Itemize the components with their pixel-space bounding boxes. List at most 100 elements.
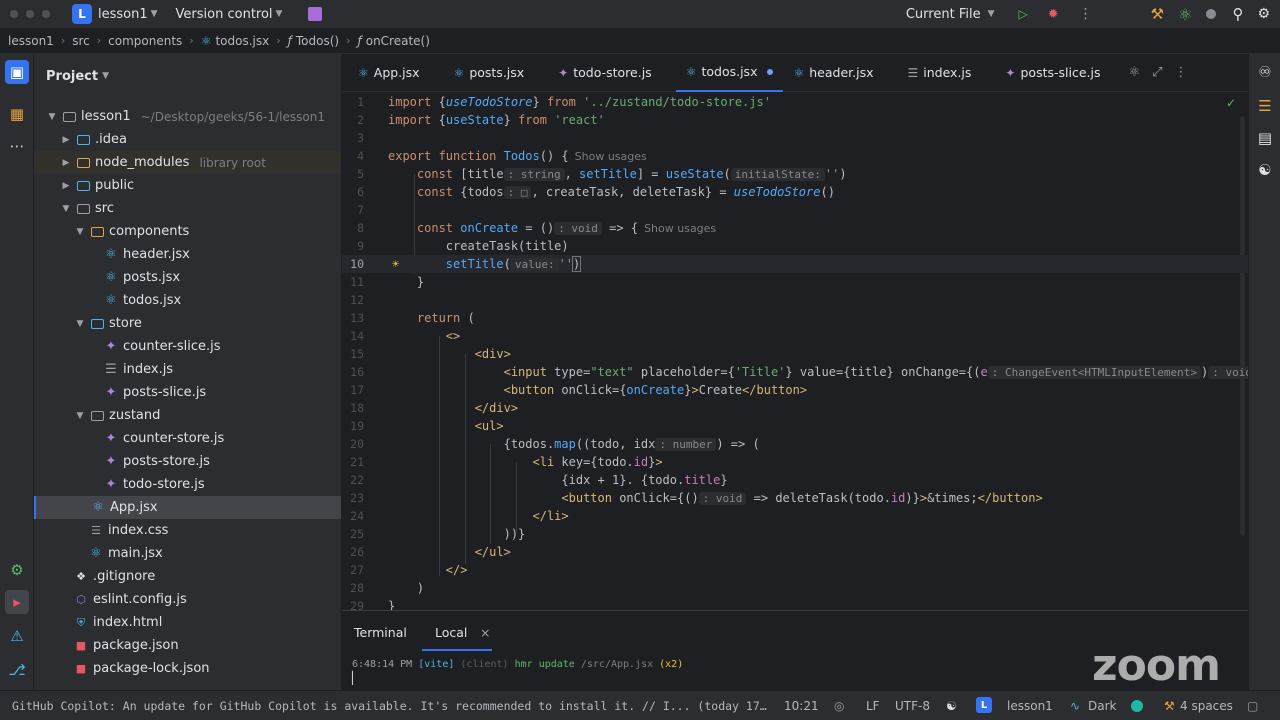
status-message[interactable]: GitHub Copilot: An update for GitHub Cop… bbox=[12, 699, 772, 713]
chevron-down-icon[interactable]: ▼ bbox=[60, 204, 72, 214]
tree-item-root[interactable]: ▼ lesson1 ~/Desktop/geeks/56-1/lesson1 bbox=[34, 105, 341, 128]
breadcrumb-item[interactable]: todos.jsx bbox=[215, 34, 269, 48]
tree-item[interactable]: ▶ public bbox=[34, 174, 341, 197]
react-icon[interactable]: ⚛ bbox=[1128, 65, 1140, 80]
tab-todo-store-js[interactable]: ✦ todo-store.js bbox=[548, 54, 662, 92]
tree-item[interactable]: ⚛ todos.jsx bbox=[34, 289, 341, 312]
chevron-down-icon[interactable]: ▼ bbox=[102, 71, 109, 81]
tab-local[interactable]: Local bbox=[435, 625, 467, 640]
chevron-right-icon[interactable]: ▶ bbox=[60, 181, 72, 191]
settings-icon[interactable]: ⚙ bbox=[1257, 6, 1270, 22]
vcs-menu[interactable]: Version control bbox=[176, 7, 273, 22]
tab-todos-jsx[interactable]: ⚛ todos.jsx bbox=[675, 54, 784, 92]
line-number: 12 bbox=[350, 293, 364, 307]
copilot-chat-icon[interactable]: ▤ bbox=[1253, 126, 1277, 150]
tab-posts-jsx[interactable]: ⚛ posts.jsx bbox=[444, 54, 535, 92]
chevron-right-icon[interactable]: ▶ bbox=[60, 158, 72, 168]
tree-item[interactable]: ☰ index.css bbox=[34, 519, 341, 542]
more-icon[interactable]: ⋮ bbox=[1079, 6, 1093, 22]
close-icon[interactable]: × bbox=[480, 625, 490, 640]
git-branch-icon[interactable]: ⎇ bbox=[5, 658, 29, 682]
tab-header-jsx[interactable]: ⚛ header.jsx bbox=[783, 54, 883, 92]
tab-app-jsx[interactable]: ⚛ App.jsx bbox=[348, 54, 430, 92]
tree-item[interactable]: ▼ components bbox=[34, 220, 341, 243]
tree-item[interactable]: ▶ node_modules library root bbox=[34, 151, 341, 174]
status-icon[interactable] bbox=[1206, 9, 1217, 19]
tab-terminal[interactable]: Terminal bbox=[354, 625, 407, 640]
tree-item[interactable]: ⬡ eslint.config.js bbox=[34, 588, 341, 611]
tree-item-selected[interactable]: ⚛ App.jsx bbox=[34, 496, 341, 519]
library-root-hint: library root bbox=[199, 155, 266, 170]
project-switcher[interactable]: lesson1 bbox=[98, 7, 148, 22]
terminal-icon[interactable]: ▸ bbox=[5, 590, 29, 614]
chevron-down-icon[interactable]: ▼ bbox=[988, 9, 995, 19]
save-icon[interactable] bbox=[308, 7, 323, 21]
show-usages-hint[interactable]: Show usages bbox=[575, 150, 647, 163]
tree-item[interactable]: ✦ posts-slice.js bbox=[34, 381, 341, 404]
chevron-down-icon[interactable]: ▼ bbox=[74, 411, 86, 421]
tree-item[interactable]: ■ package-lock.json bbox=[34, 657, 341, 680]
theme-selector[interactable]: Dark bbox=[1088, 699, 1116, 713]
chevron-down-icon[interactable]: ▼ bbox=[151, 9, 158, 19]
tree-item[interactable]: ✦ todo-store.js bbox=[34, 473, 341, 496]
tree-item-label: counter-store.js bbox=[123, 431, 225, 446]
tree-item[interactable]: ✦ counter-slice.js bbox=[34, 335, 341, 358]
more-icon[interactable]: ⋮ bbox=[1175, 65, 1188, 80]
tree-item[interactable]: ⛨ index.html bbox=[34, 611, 341, 634]
more-tools-icon[interactable]: ⋯ bbox=[5, 134, 29, 158]
expand-icon[interactable]: ⤢ bbox=[1152, 65, 1162, 80]
project-panel-title[interactable]: Project bbox=[46, 69, 98, 84]
breadcrumb-item[interactable]: onCreate() bbox=[366, 34, 430, 48]
target-icon[interactable]: ◎ bbox=[834, 699, 844, 713]
status-indicator-icon[interactable] bbox=[1131, 700, 1143, 712]
structure-icon[interactable]: ▦ bbox=[5, 102, 29, 126]
tab-posts-slice-js[interactable]: ✦ posts-slice.js bbox=[995, 54, 1110, 92]
database-icon[interactable]: ☰ bbox=[1253, 94, 1277, 118]
run-icon[interactable]: ▷ bbox=[1019, 7, 1028, 21]
tree-item[interactable]: ▼ store bbox=[34, 312, 341, 335]
indent-setting[interactable]: 4 spaces bbox=[1180, 699, 1233, 713]
tools-icon[interactable]: ⚒ bbox=[1151, 5, 1164, 23]
tree-item[interactable]: ⚛ main.jsx bbox=[34, 542, 341, 565]
tree-item[interactable]: ❖ .gitignore bbox=[34, 565, 341, 588]
debug-icon[interactable]: ✹ bbox=[1048, 7, 1059, 22]
line-separator[interactable]: LF bbox=[866, 699, 880, 713]
tree-item[interactable]: ☰ index.js bbox=[34, 358, 341, 381]
tree-item[interactable]: ⚛ posts.jsx bbox=[34, 266, 341, 289]
terminal-output[interactable]: 6:48:14 PM [vite] (client) hmr update /s… bbox=[352, 659, 683, 670]
copilot-icon[interactable]: ☯ bbox=[1253, 158, 1277, 182]
chevron-right-icon[interactable]: ▶ bbox=[60, 135, 72, 145]
show-usages-hint[interactable]: Show usages bbox=[644, 222, 716, 235]
tree-item[interactable]: ■ package.json bbox=[34, 634, 341, 657]
atom-icon[interactable]: ⚛ bbox=[1178, 5, 1192, 24]
tree-item[interactable]: ▼ zustand bbox=[34, 404, 341, 427]
lock-icon[interactable]: ▢ bbox=[1247, 699, 1258, 713]
tree-item[interactable]: ▶ .idea bbox=[34, 128, 341, 151]
copilot-status-icon[interactable]: ☯ bbox=[946, 699, 957, 713]
chevron-down-icon[interactable]: ▼ bbox=[74, 319, 86, 329]
chevron-down-icon[interactable]: ▼ bbox=[46, 112, 58, 122]
notifications-icon[interactable]: ♾ bbox=[1253, 60, 1277, 84]
terminal-prompt[interactable]: ▏ bbox=[352, 671, 359, 685]
breadcrumb-item[interactable]: Todos() bbox=[296, 34, 339, 48]
gear-icon[interactable]: ⚙ bbox=[5, 558, 29, 582]
run-config-select[interactable]: Current File bbox=[906, 7, 981, 22]
search-icon[interactable]: ⚲ bbox=[1232, 5, 1243, 23]
breadcrumb-item[interactable]: src bbox=[72, 34, 90, 48]
tree-item[interactable]: ✦ counter-store.js bbox=[34, 427, 341, 450]
breadcrumb-item[interactable]: components bbox=[108, 34, 182, 48]
problems-icon[interactable]: ⚠ bbox=[5, 624, 29, 648]
project-name[interactable]: lesson1 bbox=[1007, 699, 1053, 713]
project-view-icon[interactable]: ▣ bbox=[5, 60, 29, 84]
code-editor[interactable]: ✓ 1 import {useTodoStore} from '../zustan… bbox=[342, 92, 1248, 610]
tree-item[interactable]: ✦ posts-store.js bbox=[34, 450, 341, 473]
file-encoding[interactable]: UTF-8 bbox=[895, 699, 930, 713]
tree-item[interactable]: ⚛ header.jsx bbox=[34, 243, 341, 266]
cursor-position[interactable]: 10:21 bbox=[784, 699, 819, 713]
tab-index-js[interactable]: ☰ index.js bbox=[897, 54, 981, 92]
chevron-down-icon[interactable]: ▼ bbox=[74, 227, 86, 237]
window-controls[interactable] bbox=[10, 10, 50, 18]
chevron-down-icon[interactable]: ▼ bbox=[276, 9, 283, 19]
tree-item[interactable]: ▼ src bbox=[34, 197, 341, 220]
breadcrumb-item[interactable]: lesson1 bbox=[8, 34, 54, 48]
